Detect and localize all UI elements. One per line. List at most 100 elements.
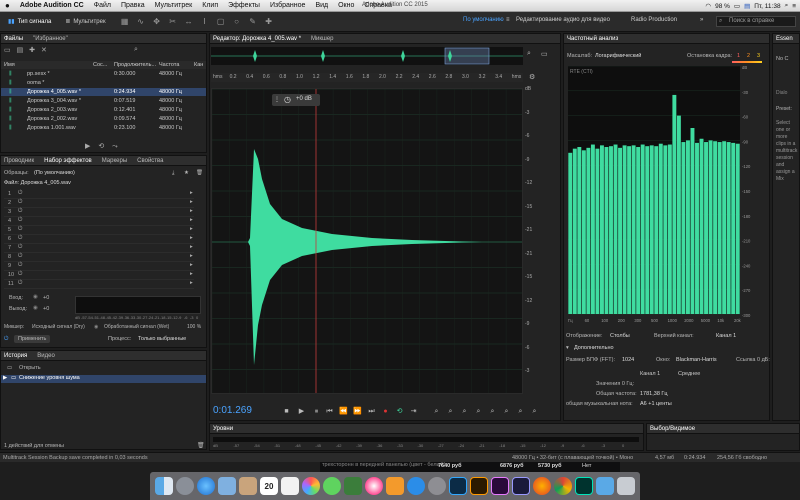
file-row[interactable]: ⫼ Дорожка 2_002.wav 0:09.574 48000 Гц [1, 115, 206, 123]
search-icon[interactable]: ⌕ [785, 2, 789, 10]
apple-icon[interactable]: ● [0, 1, 15, 10]
loop-preview-icon[interactable]: ⟲ [98, 143, 104, 150]
aftereffects-icon[interactable] [512, 477, 530, 495]
power-icon[interactable]: ⏻ [4, 336, 8, 342]
tab-explorer[interactable]: Проводник [4, 158, 34, 164]
close-file-icon[interactable]: ✕ [41, 47, 47, 54]
tab-history[interactable]: История [4, 353, 27, 359]
skip-icon[interactable]: ⇥ [409, 407, 418, 416]
advanced-toggle-icon[interactable]: ▾ [566, 345, 569, 351]
col-status[interactable]: Сос... [93, 62, 107, 68]
marquee-icon[interactable]: ▢ [216, 17, 226, 27]
effect-slot[interactable]: 3 ⏻ ▸ [4, 208, 194, 217]
launchpad-icon[interactable] [176, 477, 194, 495]
zoom-reset-icon[interactable]: ⌕ [530, 407, 539, 416]
tab-mixer[interactable]: Микшер [311, 36, 333, 42]
workspace-more-icon[interactable]: » [700, 17, 703, 23]
menu-list-icon[interactable]: ≡ [792, 3, 796, 10]
tab-favorites[interactable]: "Избранное" [33, 36, 68, 42]
trash-icon[interactable] [617, 477, 635, 495]
play-icon[interactable]: ▶ [297, 407, 306, 416]
time-ruler[interactable]: hms 0.2 0.4 0.6 0.8 1.0 1.2 1.4 1.6 1.8 2.0 2.2 2.4 2… [211, 73, 523, 82]
slot-menu-icon[interactable]: ▸ [190, 199, 193, 205]
battery-icon[interactable]: ▭ [734, 2, 740, 10]
time-select-icon[interactable]: I [200, 17, 210, 27]
mail-icon[interactable] [218, 477, 236, 495]
menu-effects[interactable]: Эффекты [223, 2, 265, 9]
zoom-in-time-icon[interactable]: ⌕ [460, 407, 469, 416]
photoshop-icon[interactable] [449, 477, 467, 495]
col-name[interactable]: Имя [4, 62, 15, 68]
zoom-selection-icon[interactable]: ⌕ [502, 407, 511, 416]
slot-power-icon[interactable]: ⏻ [18, 271, 22, 278]
tab-files[interactable]: Файлы [4, 36, 23, 42]
razor-tool-icon[interactable]: ✂ [168, 17, 178, 27]
multitrack-view-button[interactable]: ≣ Мультитрек [61, 15, 109, 29]
fft-dropdown[interactable]: 1024 [622, 357, 634, 363]
menu-edit[interactable]: Правка [116, 2, 150, 9]
zoom-full-icon[interactable]: ⌕ [488, 407, 497, 416]
workspace-video[interactable]: Редактирование аудио для видео [516, 17, 610, 23]
file-row[interactable]: ⫼ ooma * [1, 79, 206, 87]
audition-icon[interactable] [575, 477, 593, 495]
loop-icon[interactable]: ⟲ [395, 407, 404, 416]
channel-dropdown[interactable]: Канал 1 [716, 333, 736, 339]
mix-slider[interactable]: ◉ [94, 324, 102, 330]
tab-editor[interactable]: Редактор: Дорожка 4_005.wav * [213, 36, 301, 42]
file-row[interactable]: ⫼ Дорожка 3_004.wav * 0:07.519 48000 Гц [1, 97, 206, 105]
import-icon[interactable]: ▤ [17, 47, 24, 54]
safari-icon[interactable] [197, 477, 215, 495]
col-channels[interactable]: Кан [194, 62, 203, 68]
slot-menu-icon[interactable]: ▸ [190, 190, 193, 196]
effect-slot[interactable]: 7 ⏻ ▸ [4, 244, 194, 253]
hud-gain[interactable]: ⋮ ◷ +0 dB [272, 94, 320, 106]
menu-favorites[interactable]: Избранное [265, 2, 310, 9]
flag-icon[interactable]: ▤ [744, 2, 750, 10]
lasso-icon[interactable]: ○ [232, 17, 242, 27]
forward-icon[interactable]: ⏩ [353, 407, 362, 416]
messages-icon[interactable] [323, 477, 341, 495]
menu-multitrack[interactable]: Мультитрек [150, 2, 198, 9]
move-tool-icon[interactable]: ✥ [152, 17, 162, 27]
brush-icon[interactable]: ✎ [248, 17, 258, 27]
slot-menu-icon[interactable]: ▸ [190, 208, 193, 214]
ibooks-icon[interactable] [386, 477, 404, 495]
zoom-out-amp-icon[interactable]: ⌕ [446, 407, 455, 416]
slot-menu-icon[interactable]: ▸ [190, 244, 193, 250]
contacts-icon[interactable] [239, 477, 257, 495]
waveform-overview[interactable] [211, 47, 523, 65]
slot-menu-icon[interactable]: ▸ [190, 253, 193, 259]
slot-power-icon[interactable]: ⏻ [18, 235, 22, 242]
hold-2[interactable]: 2 [747, 53, 750, 59]
slot-power-icon[interactable]: ⏻ [18, 262, 22, 269]
menu-clip[interactable]: Клип [197, 2, 223, 9]
slot-menu-icon[interactable]: ▸ [190, 271, 193, 277]
open-file-icon[interactable]: ▭ [4, 47, 11, 54]
file-row[interactable]: ⫼ Дорожка 1.001.wav 0:23.100 48000 Гц [1, 124, 206, 132]
rewind-icon[interactable]: ⏪ [339, 407, 348, 416]
zoom-in-amp-icon[interactable]: ⌕ [432, 407, 441, 416]
preferences-icon[interactable] [428, 477, 446, 495]
window-dropdown[interactable]: Blackman-Harris [676, 357, 717, 363]
finder-icon[interactable] [155, 477, 173, 495]
slot-power-icon[interactable]: ⏻ [18, 190, 22, 197]
waveform-display[interactable] [211, 88, 523, 394]
file-row[interactable]: ⫼ Дорожка 4_005.wav * 0:24.934 48000 Гц [1, 88, 206, 96]
favorite-preset-icon[interactable]: ★ [184, 170, 189, 176]
slot-menu-icon[interactable]: ▸ [190, 226, 193, 232]
record-icon[interactable]: ● [381, 407, 390, 416]
downloads-icon[interactable] [596, 477, 614, 495]
input-gain[interactable]: +0 [43, 295, 49, 301]
workspace-default[interactable]: По умолчанию [463, 17, 504, 23]
firefox-icon[interactable] [533, 477, 551, 495]
search-files-icon[interactable]: ⌕ [134, 46, 138, 54]
illustrator-icon[interactable] [470, 477, 488, 495]
slot-power-icon[interactable]: ⏻ [18, 217, 22, 224]
delete-preset-icon[interactable]: 🗑 [196, 170, 203, 176]
effect-slot[interactable]: 4 ⏻ ▸ [4, 217, 194, 226]
zoom-playhead-icon[interactable]: ⌕ [516, 407, 525, 416]
tab-properties[interactable]: Свойства [137, 158, 163, 164]
chrome-icon[interactable] [554, 477, 572, 495]
reminders-icon[interactable] [281, 477, 299, 495]
slot-power-icon[interactable]: ⏻ [18, 226, 22, 233]
